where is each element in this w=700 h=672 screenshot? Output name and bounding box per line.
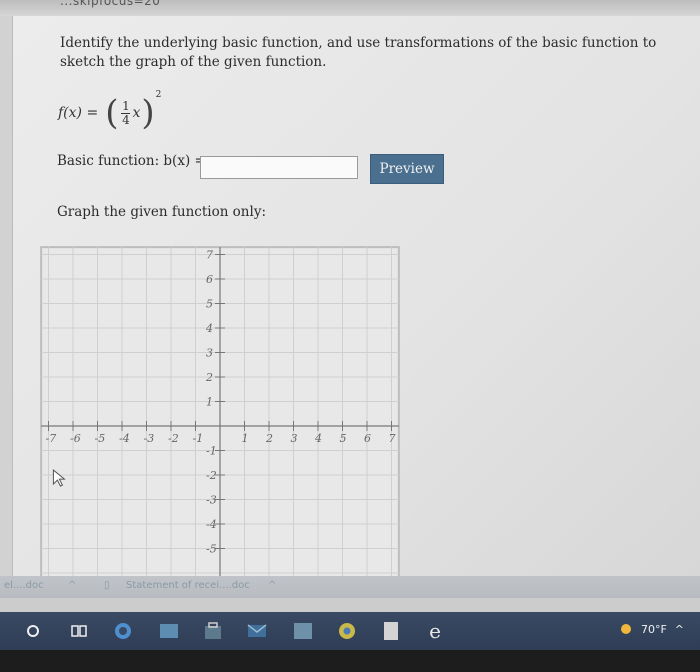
document-app-icon[interactable] <box>380 620 402 642</box>
browser-url-strip: ...skipfocus=20 <box>0 0 700 16</box>
doc-icon: ▯ <box>104 580 110 591</box>
internet-explorer-icon[interactable]: e <box>424 619 446 643</box>
app-icon[interactable] <box>292 620 314 642</box>
x-tick-label: 1 <box>242 432 249 445</box>
fraction-denominator: 4 <box>122 112 130 127</box>
basic-function-row: Basic function: b(x) = <box>57 153 206 169</box>
question-panel: Identify the underlying basic function, … <box>13 16 700 576</box>
url-text: ...skipfocus=20 <box>60 0 161 8</box>
y-tick-label: -3 <box>206 494 217 507</box>
y-tick-label: -4 <box>206 518 217 531</box>
coordinate-grid[interactable]: -7 -6 -5 -4 -3 -2 -1 1 2 3 4 5 6 7 7 6 5 4 3 2 1 -1 -2 -3 -4 -5 <box>35 216 435 576</box>
system-tray: 70°F ^ <box>619 622 684 636</box>
x-tick-label: -3 <box>144 432 155 445</box>
monitor-bezel <box>0 650 700 672</box>
chevron-up-icon[interactable]: ^ <box>675 623 684 636</box>
photos-icon[interactable] <box>158 620 180 642</box>
y-tick-label: 2 <box>205 371 213 384</box>
x-tick-label: 7 <box>389 432 396 445</box>
temperature-text[interactable]: 70°F <box>641 623 667 636</box>
x-tick-label: 4 <box>314 432 322 445</box>
x-tick-label: -5 <box>95 432 106 445</box>
x-tick-label: -2 <box>168 432 179 445</box>
download-item-2[interactable]: Statement of recei....doc <box>126 580 250 591</box>
y-tick-label: 7 <box>206 249 213 262</box>
x-tick-label: -6 <box>70 432 81 445</box>
x-tick-label: -7 <box>46 432 57 445</box>
store-icon[interactable] <box>202 620 224 642</box>
chrome-icon[interactable] <box>336 620 358 642</box>
function-name: f(x) = <box>58 105 99 121</box>
question-instruction: Identify the underlying basic function, … <box>60 35 657 70</box>
y-tick-label: -2 <box>206 469 217 482</box>
formula-variable: x <box>132 105 141 121</box>
y-tick-label: 4 <box>205 322 213 335</box>
taskbar: e 70°F ^ <box>0 612 700 650</box>
x-tick-label: 2 <box>265 432 273 445</box>
y-tick-label: 6 <box>206 273 213 286</box>
left-paren: ( <box>105 93 119 133</box>
cortana-icon[interactable] <box>22 620 44 642</box>
edge-icon[interactable] <box>112 620 134 642</box>
task-view-icon[interactable] <box>68 620 90 642</box>
basic-function-label: Basic function: b(x) = <box>57 153 206 169</box>
screen: ...skipfocus=20 Identify the underlying … <box>0 0 700 672</box>
download-item-1[interactable]: el....doc <box>4 580 44 591</box>
y-tick-label: -1 <box>206 445 217 458</box>
left-gutter <box>0 16 13 576</box>
formula-exponent: 2 <box>155 90 162 100</box>
chevron-up-icon[interactable]: ^ <box>68 580 76 591</box>
right-paren: ) <box>141 93 155 133</box>
preview-button[interactable]: Preview <box>370 154 444 184</box>
fraction: 1 4 <box>121 98 131 127</box>
y-tick-label: 3 <box>206 347 213 360</box>
basic-function-input[interactable] <box>200 156 358 179</box>
y-tick-label: 1 <box>206 396 213 409</box>
function-formula: f(x) = ( 1 4 x ) 2 <box>58 88 161 138</box>
y-tick-label: 5 <box>206 298 213 311</box>
graph-area[interactable]: -7 -6 -5 -4 -3 -2 -1 1 2 3 4 5 6 7 7 6 5 4 3 2 1 -1 -2 -3 -4 -5 <box>35 216 435 576</box>
x-tick-label: 3 <box>291 432 298 445</box>
chevron-up-icon[interactable]: ^ <box>268 580 276 591</box>
fraction-numerator: 1 <box>122 98 130 113</box>
x-tick-label: -1 <box>193 432 204 445</box>
x-tick-label: 5 <box>340 432 347 445</box>
mail-icon[interactable] <box>246 620 268 642</box>
x-tick-label: 6 <box>364 432 371 445</box>
y-tick-label: -5 <box>206 543 217 556</box>
download-bar: el....doc ^ ▯ Statement of recei....doc … <box>0 576 700 598</box>
x-tick-label: -4 <box>119 432 130 445</box>
weather-icon[interactable] <box>619 622 633 636</box>
